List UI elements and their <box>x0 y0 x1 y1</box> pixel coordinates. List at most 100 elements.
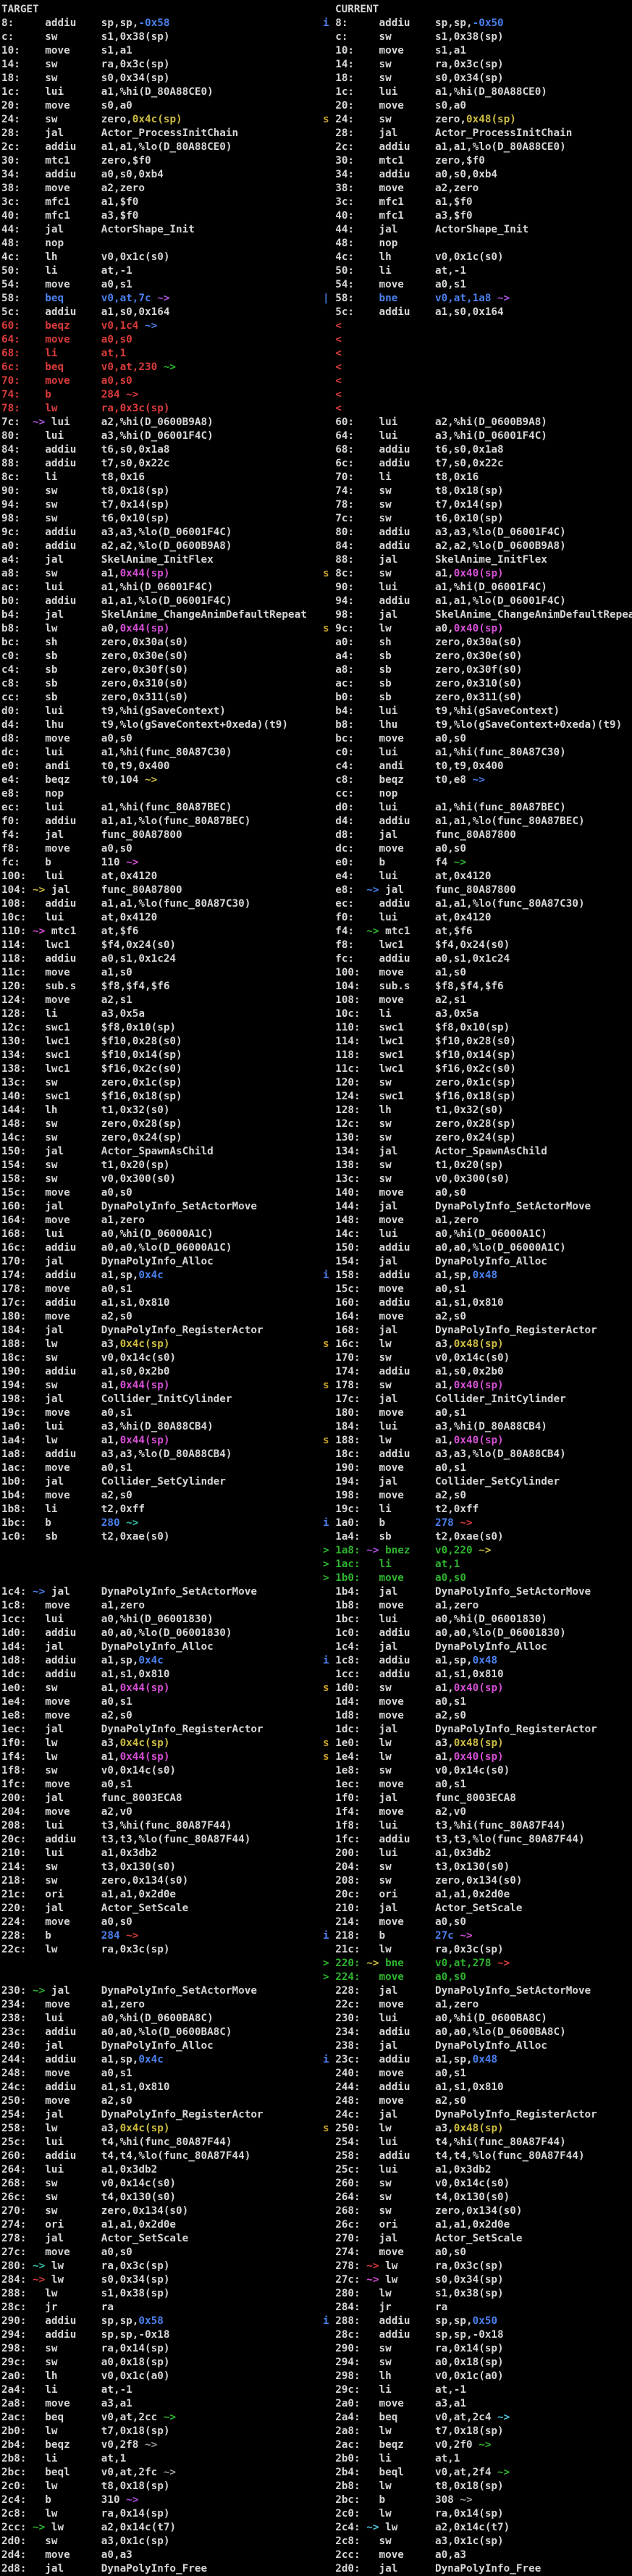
asm-row: 164: move a1,zero 148: move a1,zero <box>0 1214 632 1228</box>
asm-row: 210: lui a1,0x3db2 200: lui a1,0x3db2 <box>0 1847 632 1860</box>
current-line: 74: sw t8,0x18(sp) <box>323 484 504 498</box>
target-line: e0: andi t0,t9,0x400 <box>1 760 169 773</box>
target-line: 38: move a2,zero <box>1 182 145 196</box>
asm-row: > 1b0: move a0,s0 <box>0 1572 632 1585</box>
target-line: 284: ~> lw s0,0x34(sp) <box>1 2273 169 2287</box>
current-line: 118: swc1 $f10,0x14(sp) <box>323 1049 516 1062</box>
asm-row: d0: lui t9,%hi(gSaveContext) b4: lui t9,… <box>0 705 632 718</box>
target-line: 188: lw a3,0x4c(sp) <box>1 1338 169 1351</box>
asm-row: 194: sw a1,0x44(sp)s 178: sw a1,0x40(sp) <box>0 1379 632 1393</box>
asm-row: 2d4: move a0,a3 2cc: move a0,a3 <box>0 2548 632 2562</box>
current-line: 164: move a2,s0 <box>323 1310 466 1324</box>
target-line: 294: addiu sp,sp,-0x18 <box>1 2328 169 2342</box>
asm-row: 4c: lh v0,0x1c(s0) 4c: lh v0,0x1c(s0) <box>0 251 632 264</box>
asm-row: 270: sw zero,0x134(s0) 268: sw zero,0x13… <box>0 2204 632 2218</box>
target-line: 144: lh t1,0x32(s0) <box>1 1104 169 1117</box>
asm-row: 114: lwc1 $f4,0x24(s0) f8: lwc1 $f4,0x24… <box>0 939 632 952</box>
target-line: 154: sw t1,0x20(sp) <box>1 1159 169 1172</box>
current-line: 148: move a1,zero <box>323 1214 479 1228</box>
target-line: 180: move a2,s0 <box>1 1310 132 1324</box>
target-line: 268: sw v0,0x14c(s0) <box>1 2177 176 2191</box>
asm-row: 5c: addiu a1,s0,0x164 5c: addiu a1,s0,0x… <box>0 306 632 319</box>
current-line: 28c: addiu sp,sp,-0x18 <box>323 2328 504 2342</box>
asm-row: 2b0: lw t7,0x18(sp) 2a8: lw t7,0x18(sp) <box>0 2425 632 2438</box>
current-line: 228: jal DynaPolyInfo_SetActorMove <box>323 1984 591 1998</box>
asm-row: 20c: addiu t3,t3,%lo(func_80A87F44) 1fc:… <box>0 1833 632 1847</box>
asm-row: 170: jal DynaPolyInfo_Alloc 154: jal Dyn… <box>0 1255 632 1269</box>
asm-row: 220: jal Actor_SetScale 210: jal Actor_S… <box>0 1902 632 1916</box>
current-line: 134: jal Actor_SpawnAsChild <box>323 1145 547 1159</box>
asm-row: 19c: move a0,s1 180: move a0,s1 <box>0 1406 632 1420</box>
current-line: i 218: b 27c ~> <box>323 1929 473 1943</box>
target-line: 250: move a2,s0 <box>1 2094 132 2108</box>
current-line: < <box>323 374 342 388</box>
current-line: f8: lwc1 $f4,0x24(s0) <box>323 939 510 952</box>
current-line: 100: move a1,s0 <box>323 966 466 980</box>
asm-row: 138: lwc1 $f16,0x2c(s0) 11c: lwc1 $f16,0… <box>0 1062 632 1076</box>
current-line: | 58: bne v0,at,1a8 ~> <box>323 292 510 306</box>
asm-row: a0: addiu a2,a2,%lo(D_0600B9A8) 84: addi… <box>0 540 632 553</box>
target-line: 2a8: move a3,a1 <box>1 2397 132 2411</box>
current-line: 274: move a0,s0 <box>323 2246 466 2260</box>
target-line: 2a4: li at,-1 <box>1 2383 132 2397</box>
target-line: 9c: addiu a3,a3,%lo(D_06001F4C) <box>1 526 232 540</box>
target-line: 2d4: move a0,a3 <box>1 2548 132 2562</box>
target-line: 240: jal DynaPolyInfo_Alloc <box>1 2039 214 2053</box>
target-line: 120: sub.s $f8,$f4,$f6 <box>1 980 169 994</box>
current-line: s 16c: lw a3,0x48(sp) <box>323 1338 504 1351</box>
current-line: 258: addiu t4,t4,%lo(func_80A87F44) <box>323 2149 585 2163</box>
asm-row: 29c: sw a0,0x18(sp) 294: sw a0,0x18(sp) <box>0 2356 632 2370</box>
current-line: 130: sw zero,0x24(sp) <box>323 1131 516 1145</box>
target-line: 26c: sw t4,0x130(s0) <box>1 2191 176 2204</box>
asm-row: 1a8: addiu a3,a3,%lo(D_80A88CB4) 18c: ad… <box>0 1448 632 1461</box>
target-line: 104: ~> jal func_80A87800 <box>1 884 182 897</box>
current-line: 284: jr ra <box>323 2301 447 2315</box>
current-line: 190: move a0,s1 <box>323 1461 466 1475</box>
target-line: 164: move a1,zero <box>1 1214 145 1228</box>
target-line: 15c: move a0,s0 <box>1 1186 132 1200</box>
current-line: c0: lui a1,%hi(func_80A87C30) <box>323 746 566 760</box>
target-line: 158: sw v0,0x300(s0) <box>1 1172 176 1186</box>
current-line: 2a0: move a3,a1 <box>323 2397 466 2411</box>
asm-row: 11c: move a1,s0 100: move a1,s0 <box>0 966 632 980</box>
current-line: 98: jal SkelAnime_ChangeAnimDefaultRepea… <box>323 608 632 622</box>
target-line: 238: lui a0,%hi(D_0600BA8C) <box>1 2012 214 2026</box>
target-line: 4c: lh v0,0x1c(s0) <box>1 251 169 264</box>
asm-row: 188: lw a3,0x4c(sp) s 16c: lw a3,0x48(sp) <box>0 1338 632 1351</box>
asm-row: 1c8: move a1,zero 1b8: move a1,zero <box>0 1599 632 1613</box>
current-line: c4: andi t0,t9,0x400 <box>323 760 504 773</box>
target-line: 110: ~> mtc1 at,$f6 <box>1 925 138 939</box>
asm-row: 130: lwc1 $f10,0x28(s0) 114: lwc1 $f10,0… <box>0 1035 632 1049</box>
current-line: 21c: lw ra,0x3c(sp) <box>323 1943 504 1957</box>
asm-row: 1a0: lui a3,%hi(D_80A88CB4) 184: lui a3,… <box>0 1420 632 1434</box>
current-line: 230: lui a0,%hi(D_0600BA8C) <box>323 2012 547 2026</box>
current-line: 48: nop <box>323 237 435 251</box>
target-line: 20c: addiu t3,t3,%lo(func_80A87F44) <box>1 1833 250 1847</box>
asm-row: b4: jal SkelAnime_ChangeAnimDefaultRepea… <box>0 608 632 622</box>
current-line: 280: lw s1,0x38(sp) <box>323 2287 504 2301</box>
asm-row: 2a8: move a3,a1 2a0: move a3,a1 <box>0 2397 632 2411</box>
asm-row: 134: swc1 $f10,0x14(sp) 118: swc1 $f10,0… <box>0 1049 632 1062</box>
asm-row: 3c: mfc1 a1,$f0 3c: mfc1 a1,$f0 <box>0 196 632 209</box>
current-line: 26c: ori a1,a1,0x2d0e <box>323 2218 510 2232</box>
current-line: 244: addiu a1,s1,0x810 <box>323 2081 504 2094</box>
current-line: 194: jal Collider_SetCylinder <box>323 1475 560 1489</box>
asm-row: 1f0: lw a3,0x4c(sp)s 1e0: lw a3,0x48(sp) <box>0 1737 632 1750</box>
asm-row: 10c: lui at,0x4120 f0: lui at,0x4120 <box>0 911 632 925</box>
asm-row: 27c: move a0,s0 274: move a0,s0 <box>0 2246 632 2260</box>
asm-row: 23c: addiu a0,a0,%lo(D_0600BA8C) 234: ad… <box>0 2026 632 2039</box>
target-line: 258: lw a3,0x4c(sp) <box>1 2122 169 2136</box>
asm-row: 44: jal ActorShape_Init 44: jal ActorSha… <box>0 223 632 237</box>
asm-row: 1b8: li t2,0xff 19c: li t2,0xff <box>0 1503 632 1516</box>
target-line: 2d0: sw a3,0x1c(sp) <box>1 2535 169 2548</box>
target-line: 40: mfc1 a3,$f0 <box>1 209 138 223</box>
current-line: 4c: lh v0,0x1c(s0) <box>323 251 504 264</box>
target-line: 1a8: addiu a3,a3,%lo(D_80A88CB4) <box>1 1448 232 1461</box>
target-line: a0: addiu a2,a2,%lo(D_0600B9A8) <box>1 540 232 553</box>
asm-row: 14: sw ra,0x3c(sp) 14: sw ra,0x3c(sp) <box>0 58 632 72</box>
current-line: 19c: li t2,0xff <box>323 1503 479 1516</box>
target-line: 84: addiu t6,s0,0x1a8 <box>1 443 169 457</box>
target-line: 8c: li t8,0x16 <box>1 471 145 484</box>
current-line: < <box>323 361 342 374</box>
target-line: c8: sb zero,0x310(s0) <box>1 677 188 691</box>
